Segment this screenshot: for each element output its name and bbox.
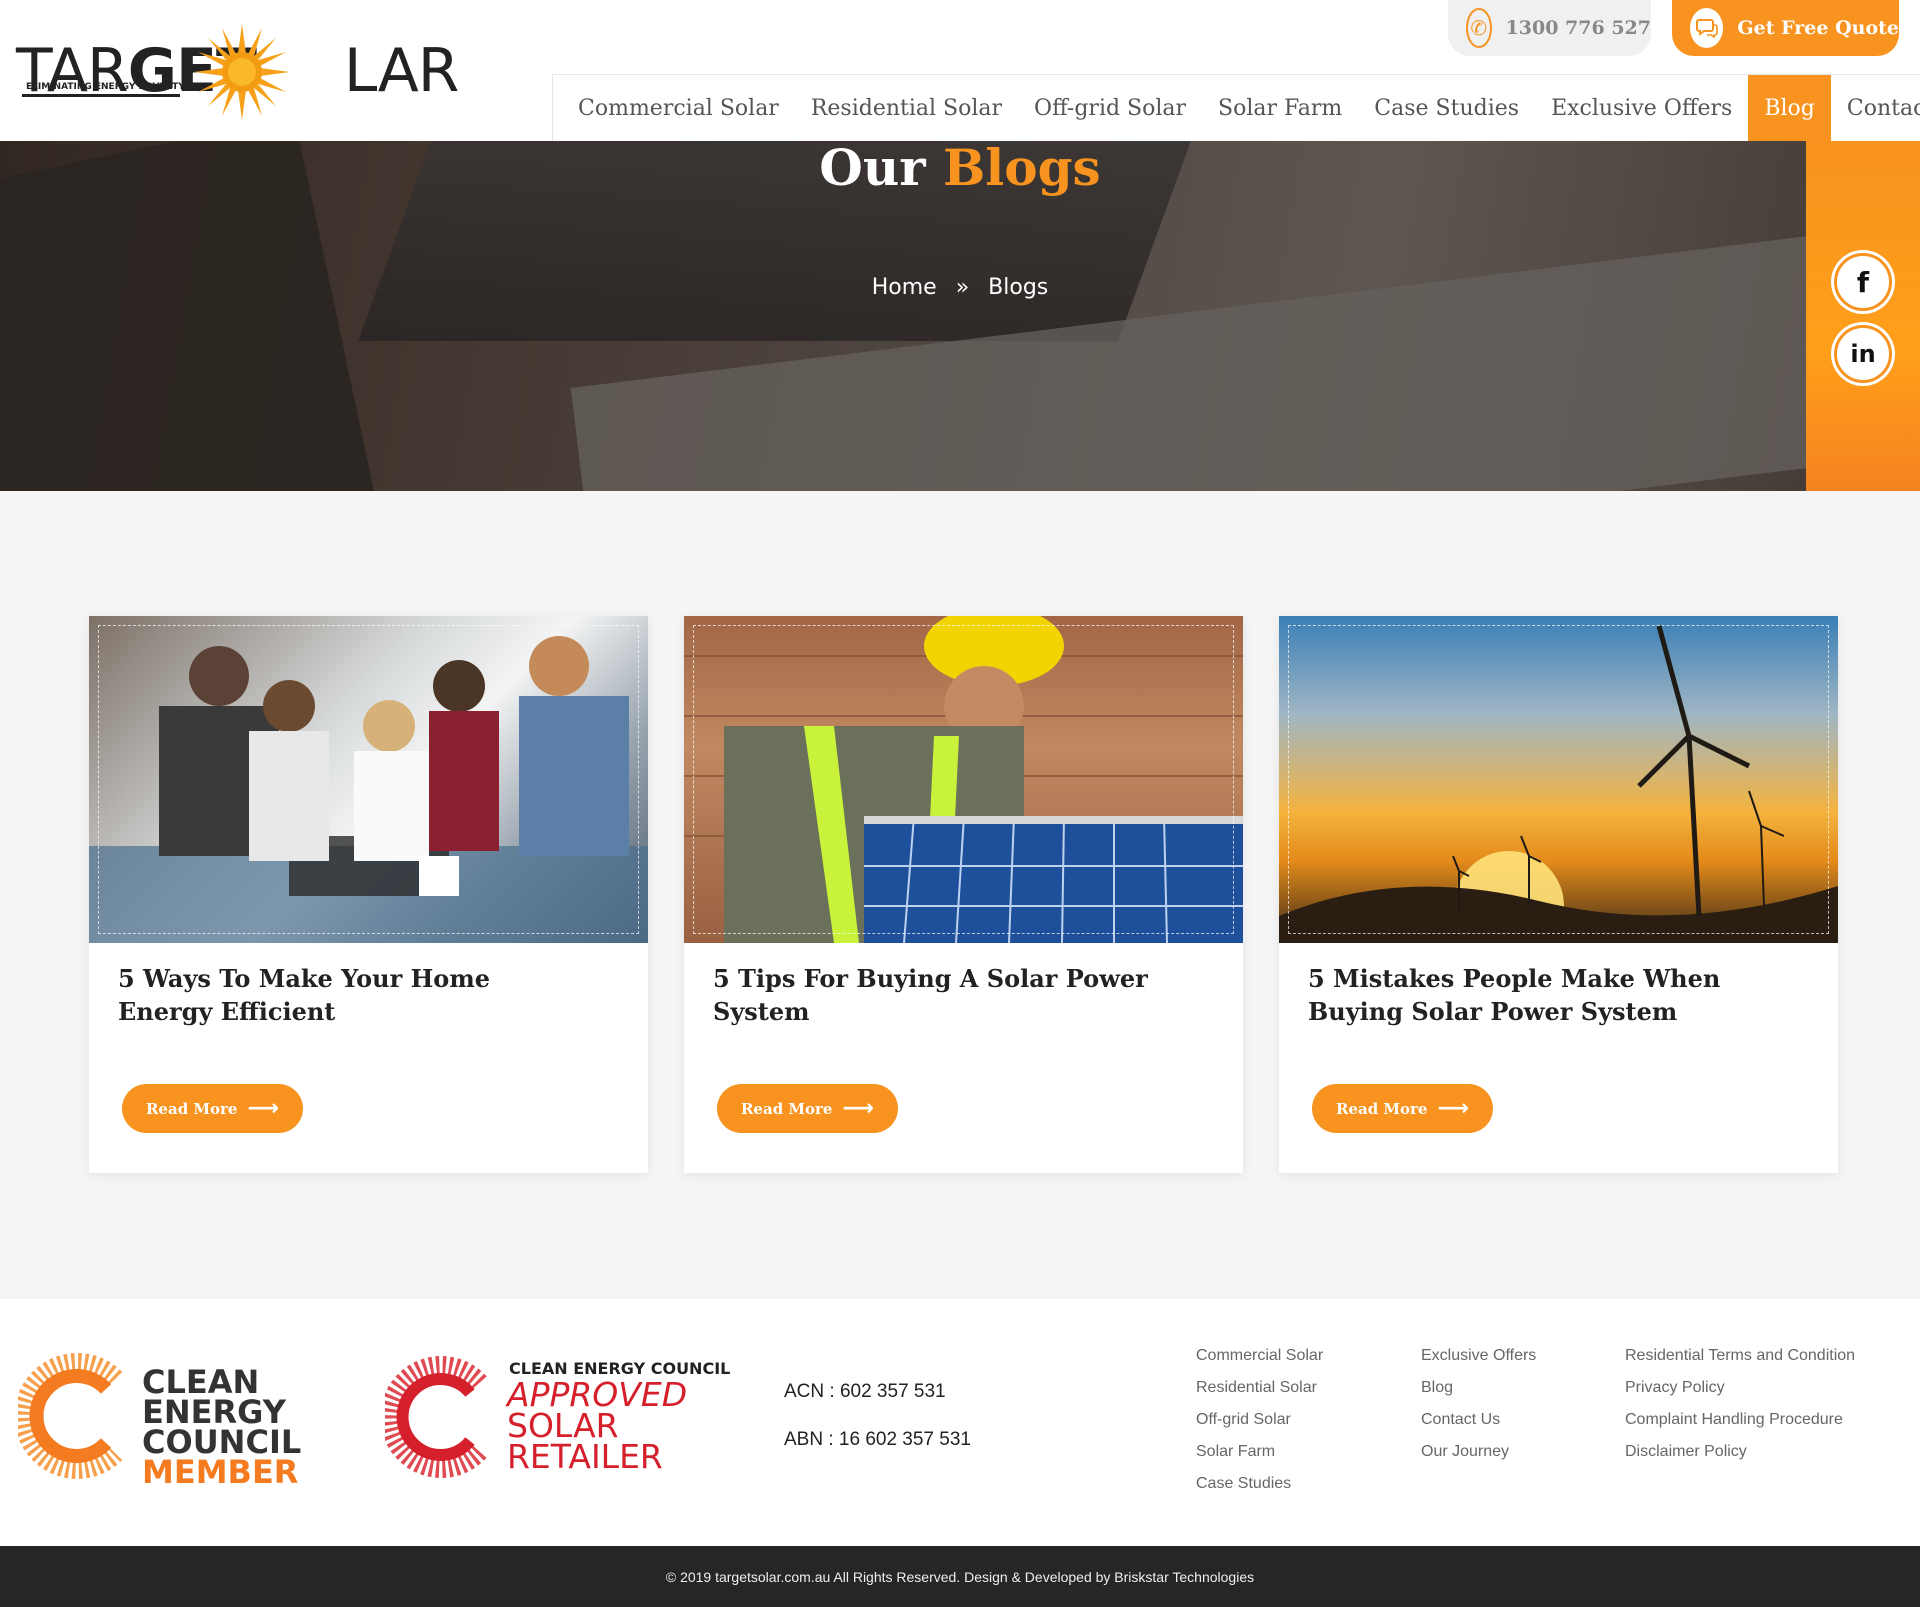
breadcrumb-current: Blogs (988, 275, 1049, 300)
read-more-button[interactable]: Read More ⟶ (122, 1084, 303, 1133)
nav-item-solar-farm[interactable]: Solar Farm (1202, 75, 1358, 141)
site-footer: CLEAN ENERGY COUNCIL MEMBER CLEAN ENERGY… (0, 1299, 1920, 1546)
footer-link-contact-us[interactable]: Contact Us (1421, 1411, 1536, 1443)
breadcrumb: Home » Blogs (0, 275, 1920, 300)
footer-link-blog[interactable]: Blog (1421, 1379, 1536, 1411)
image-frame (1288, 625, 1829, 934)
site-header: TARGET LAR ELIMINATING ENERGY POVERTY ✆ … (0, 0, 1920, 141)
logo-underline (22, 94, 180, 97)
footer-links-company: Exclusive Offers Blog Contact Us Our Jou… (1421, 1347, 1536, 1475)
read-more-button[interactable]: Read More ⟶ (717, 1084, 898, 1133)
abn-number: ABN : 16 602 357 531 (784, 1429, 971, 1450)
quote-label: Get Free Quote (1737, 17, 1899, 39)
blog-card: 5 Tips For Buying A Solar Power System R… (684, 616, 1243, 1173)
phone-number: 1300 776 527 (1505, 17, 1651, 39)
nav-item-commercial-solar[interactable]: Commercial Solar (562, 75, 795, 141)
social-sidebar: f in (1806, 141, 1920, 491)
logo-tagline: ELIMINATING ENERGY POVERTY (26, 82, 185, 92)
footer-links-legal: Residential Terms and Condition Privacy … (1625, 1347, 1855, 1475)
blog-card-image[interactable] (89, 616, 648, 943)
blog-card-title[interactable]: 5 Tips For Buying A Solar Power System (713, 962, 1183, 1028)
breadcrumb-home-link[interactable]: Home (872, 275, 937, 300)
cec-approved-dots-icon (385, 1356, 487, 1478)
nav-item-case-studies[interactable]: Case Studies (1358, 75, 1535, 141)
acn-number: ACN : 602 357 531 (784, 1381, 946, 1402)
cec-dots-icon (18, 1353, 123, 1479)
linkedin-icon[interactable]: in (1834, 325, 1892, 383)
approved-solar-retailer-logo[interactable]: CLEAN ENERGY COUNCIL APPROVED SOLAR RETA… (385, 1351, 730, 1481)
facebook-icon[interactable]: f (1834, 253, 1892, 311)
copyright-bar: © 2019 targetsolar.com.au All Rights Res… (0, 1546, 1920, 1607)
footer-link-residential-solar[interactable]: Residential Solar (1196, 1379, 1323, 1411)
main-nav: Commercial Solar Residential Solar Off-g… (552, 74, 1920, 141)
cec-member-text: CLEAN ENERGY COUNCIL MEMBER (142, 1363, 302, 1491)
chat-bubble-icon (1690, 8, 1724, 48)
blog-card: 5 Ways To Make Your Home Energy Efficien… (89, 616, 648, 1173)
sun-logo-icon (194, 24, 290, 120)
footer-link-disclaimer-policy[interactable]: Disclaimer Policy (1625, 1443, 1855, 1475)
read-more-button[interactable]: Read More ⟶ (1312, 1084, 1493, 1133)
footer-link-commercial-solar[interactable]: Commercial Solar (1196, 1347, 1323, 1379)
footer-link-complaint-handling[interactable]: Complaint Handling Procedure (1625, 1411, 1855, 1443)
copyright-text: © 2019 targetsolar.com.au All Rights Res… (665, 1568, 1255, 1585)
footer-link-residential-terms[interactable]: Residential Terms and Condition (1625, 1347, 1855, 1379)
blog-card-image[interactable] (1279, 616, 1838, 943)
footer-link-off-grid-solar[interactable]: Off-grid Solar (1196, 1411, 1323, 1443)
nav-item-blog[interactable]: Blog (1748, 75, 1831, 141)
footer-link-case-studies[interactable]: Case Studies (1196, 1475, 1323, 1507)
arrow-right-icon: ⟶ (247, 1095, 280, 1121)
clean-energy-council-member-logo[interactable]: CLEAN ENERGY COUNCIL MEMBER (18, 1351, 308, 1491)
site-logo[interactable]: TARGET LAR ELIMINATING ENERGY POVERTY (16, 18, 459, 120)
blog-card-title[interactable]: 5 Mistakes People Make When Buying Solar… (1308, 962, 1778, 1028)
nav-item-contact-us[interactable]: Contact Us (1831, 75, 1920, 141)
footer-links-services: Commercial Solar Residential Solar Off-g… (1196, 1347, 1323, 1507)
image-frame (693, 625, 1234, 934)
footer-link-solar-farm[interactable]: Solar Farm (1196, 1443, 1323, 1475)
phone-icon: ✆ (1466, 8, 1492, 48)
arrow-right-icon: ⟶ (1437, 1095, 1470, 1121)
footer-link-privacy-policy[interactable]: Privacy Policy (1625, 1379, 1855, 1411)
blog-card: 5 Mistakes People Make When Buying Solar… (1279, 616, 1838, 1173)
footer-link-our-journey[interactable]: Our Journey (1421, 1443, 1536, 1475)
phone-contact[interactable]: ✆ 1300 776 527 (1448, 0, 1651, 56)
image-frame (98, 625, 639, 934)
page-title: Our Blogs (819, 138, 1101, 197)
get-free-quote-button[interactable]: Get Free Quote (1672, 0, 1899, 56)
breadcrumb-separator-icon: » (955, 275, 970, 300)
nav-item-off-grid-solar[interactable]: Off-grid Solar (1018, 75, 1202, 141)
approved-retailer-text: APPROVED SOLAR RETAILER (507, 1375, 688, 1476)
footer-link-exclusive-offers[interactable]: Exclusive Offers (1421, 1347, 1536, 1379)
blog-card-image[interactable] (684, 616, 1243, 943)
blog-card-title[interactable]: 5 Ways To Make Your Home Energy Efficien… (118, 962, 588, 1028)
nav-item-residential-solar[interactable]: Residential Solar (795, 75, 1018, 141)
arrow-right-icon: ⟶ (842, 1095, 875, 1121)
blog-card-list: 5 Ways To Make Your Home Energy Efficien… (89, 616, 1840, 1173)
nav-item-exclusive-offers[interactable]: Exclusive Offers (1535, 75, 1748, 141)
